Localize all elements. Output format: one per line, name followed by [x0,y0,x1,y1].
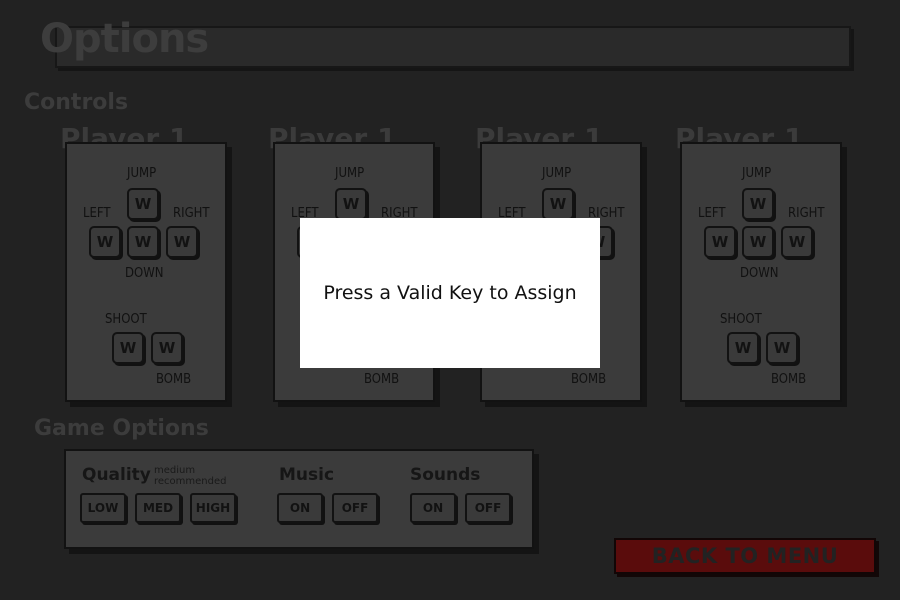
quality-med-button[interactable]: MED [135,493,181,523]
jump-label: JUMP [335,166,365,181]
shoot-label: SHOOT [105,312,147,327]
sounds-on-button[interactable]: ON [410,493,456,523]
page-title: Options [40,16,209,62]
back-to-menu-button[interactable]: BACK TO MENU [614,538,876,574]
shoot-key[interactable]: W [727,332,759,364]
down-key[interactable]: W [742,226,774,258]
right-key[interactable]: W [166,226,198,258]
jump-key[interactable]: W [335,188,367,220]
quality-note-medium: medium [154,465,196,476]
jump-key[interactable]: W [542,188,574,220]
music-label: Music [279,465,335,485]
right-label: RIGHT [788,206,825,221]
quality-label: Quality [82,465,151,485]
left-key[interactable]: W [89,226,121,258]
quality-high-button[interactable]: HIGH [190,493,236,523]
right-key[interactable]: W [781,226,813,258]
jump-label: JUMP [127,166,157,181]
controls-heading: Controls [24,90,129,115]
right-label: RIGHT [173,206,210,221]
bomb-key[interactable]: W [766,332,798,364]
left-label: LEFT [83,206,111,221]
jump-label: JUMP [742,166,772,181]
jump-key[interactable]: W [127,188,159,220]
game-options-panel: Quality medium recommended LOW MED HIGH … [64,449,534,549]
down-key[interactable]: W [127,226,159,258]
player-controls-panel: JUMP W LEFT RIGHT W W W DOWN SHOOT W W B… [680,142,842,402]
sounds-label: Sounds [410,465,481,485]
bomb-key[interactable]: W [151,332,183,364]
bomb-label: BOMB [364,372,400,387]
down-label: DOWN [740,266,779,281]
down-label: DOWN [125,266,164,281]
quality-note-recommended: recommended [154,476,227,487]
left-label: LEFT [698,206,726,221]
bomb-label: BOMB [571,372,607,387]
jump-key[interactable]: W [742,188,774,220]
key-assign-modal: Press a Valid Key to Assign [300,218,600,368]
bomb-label: BOMB [156,372,192,387]
quality-low-button[interactable]: LOW [80,493,126,523]
jump-label: JUMP [542,166,572,181]
player-controls-panel: JUMP W LEFT RIGHT W W W DOWN SHOOT W W B… [65,142,227,402]
music-on-button[interactable]: ON [277,493,323,523]
sounds-off-button[interactable]: OFF [465,493,511,523]
modal-message: Press a Valid Key to Assign [323,282,577,304]
bomb-label: BOMB [771,372,807,387]
game-options-heading: Game Options [34,416,209,441]
shoot-label: SHOOT [720,312,762,327]
music-off-button[interactable]: OFF [332,493,378,523]
shoot-key[interactable]: W [112,332,144,364]
left-key[interactable]: W [704,226,736,258]
